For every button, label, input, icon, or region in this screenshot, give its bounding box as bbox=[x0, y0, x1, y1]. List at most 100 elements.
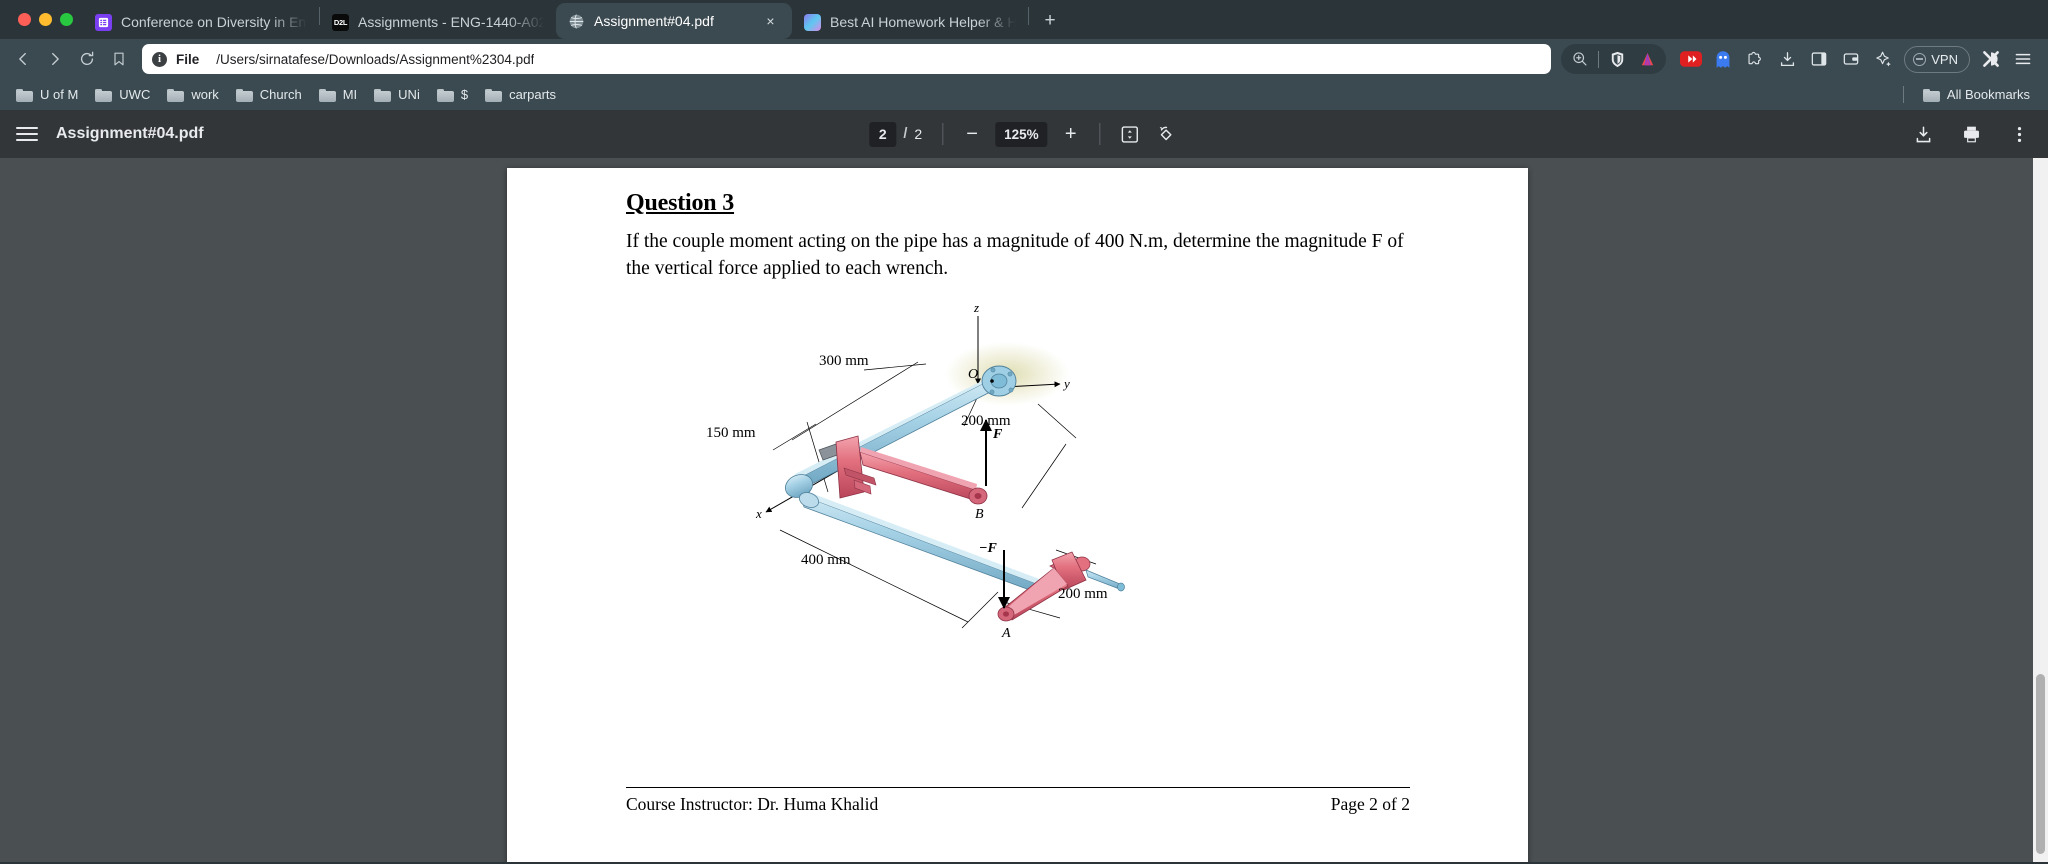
toolbar-divider bbox=[1099, 123, 1101, 145]
zoom-level-display[interactable]: 125% bbox=[995, 121, 1048, 147]
all-bookmarks-button[interactable]: All Bookmarks bbox=[1915, 83, 2038, 106]
bookmark-label: Church bbox=[259, 87, 302, 102]
sidebar-panel-icon[interactable] bbox=[1804, 44, 1834, 74]
folder-icon bbox=[318, 88, 336, 102]
zoom-out-button[interactable]: − bbox=[959, 121, 985, 147]
folder-icon bbox=[485, 88, 503, 102]
pdf-filename: Assignment#04.pdf bbox=[56, 125, 204, 142]
tab-assignments-d2l[interactable]: D2L Assignments - ENG-1440-A02 - bbox=[320, 5, 556, 39]
bookmarks-bar: U of M UWC work Church MI UNi $ carparts… bbox=[0, 79, 2048, 110]
point-label-B: B bbox=[975, 507, 984, 522]
bookmark-label: UNi bbox=[398, 87, 420, 102]
tab-title: Assignment#04.pdf bbox=[594, 13, 714, 29]
page-number-input[interactable]: 2 bbox=[869, 121, 897, 147]
puzzle-extension-icon[interactable] bbox=[1740, 44, 1770, 74]
page-separator: / bbox=[903, 126, 908, 142]
window-minimize-button[interactable] bbox=[39, 13, 52, 26]
browser-toolbar: i File /Users/sirnatafese/Downloads/Assi… bbox=[0, 39, 2048, 79]
url-scheme-label: File bbox=[176, 51, 200, 67]
calendar-icon bbox=[95, 13, 112, 31]
bookmark-label: work bbox=[191, 87, 219, 102]
fit-to-page-icon[interactable] bbox=[1117, 121, 1143, 147]
page-footer: Course Instructor: Dr. Huma Khalid Page … bbox=[626, 794, 1410, 815]
tab-title: Assignments - ENG-1440-A02 - bbox=[358, 14, 544, 30]
site-info-icon[interactable]: i bbox=[152, 51, 167, 67]
footer-divider bbox=[626, 787, 1410, 788]
ghostery-icon[interactable] bbox=[1708, 44, 1738, 74]
pdf-page: Question 3 If the couple moment acting o… bbox=[507, 168, 1528, 862]
close-icon[interactable]: × bbox=[761, 12, 780, 31]
window-maximize-button[interactable] bbox=[60, 13, 73, 26]
pdf-toolbar-right bbox=[1910, 121, 2032, 147]
url-text[interactable]: /Users/sirnatafese/Downloads/Assignment%… bbox=[216, 52, 534, 67]
tab-title: Best AI Homework Helper & Home bbox=[830, 14, 1016, 30]
vpn-button[interactable]: VPN bbox=[1904, 45, 1970, 73]
split-view-icon[interactable] bbox=[1976, 44, 2006, 74]
bookmark-item-carparts[interactable]: carparts bbox=[477, 83, 564, 106]
rotate-icon[interactable] bbox=[1153, 121, 1179, 147]
d2l-icon: D2L bbox=[332, 13, 349, 31]
folder-icon bbox=[1922, 88, 1940, 102]
tab-ai-homework-helper[interactable]: Best AI Homework Helper & Home bbox=[792, 5, 1028, 39]
bookmark-item-u-of-m[interactable]: U of M bbox=[8, 83, 86, 106]
point-label-A: A bbox=[1001, 626, 1011, 641]
new-tab-button[interactable]: + bbox=[1035, 6, 1065, 36]
pdf-page-content: Question 3 If the couple moment acting o… bbox=[507, 168, 1528, 647]
total-pages-label: 2 bbox=[914, 126, 923, 142]
back-arrow-icon[interactable] bbox=[8, 44, 38, 74]
download-icon[interactable] bbox=[1910, 121, 1936, 147]
question-body-text: If the couple moment acting on the pipe … bbox=[626, 231, 1404, 279]
reload-icon[interactable] bbox=[72, 44, 102, 74]
toolbar-divider bbox=[942, 123, 944, 145]
ai-icon bbox=[804, 13, 821, 31]
brave-action-group bbox=[1561, 44, 1667, 74]
axis-label-y: y bbox=[1062, 376, 1070, 391]
force-label-F: F bbox=[992, 427, 1003, 442]
hamburger-menu-icon[interactable] bbox=[2008, 44, 2038, 74]
more-options-icon[interactable] bbox=[2006, 121, 2032, 147]
wallet-icon[interactable] bbox=[1836, 44, 1866, 74]
tab-conference-diversity[interactable]: Conference on Diversity in Engine bbox=[83, 5, 319, 39]
zoom-in-icon[interactable] bbox=[1565, 44, 1595, 74]
window-traffic-lights bbox=[10, 0, 83, 39]
bookmark-label: UWC bbox=[119, 87, 151, 102]
axis-label-z: z bbox=[973, 302, 979, 315]
bookmark-label: $ bbox=[460, 87, 469, 102]
bookmark-item-uwc[interactable]: UWC bbox=[87, 83, 158, 106]
bookmarks-divider bbox=[1902, 86, 1904, 103]
folder-icon bbox=[235, 88, 253, 102]
pdf-document-area[interactable]: Question 3 If the couple moment acting o… bbox=[0, 158, 2048, 862]
scrollbar-thumb[interactable] bbox=[2036, 674, 2045, 854]
dimension-label-200mm-lower: 200 mm bbox=[1058, 586, 1108, 602]
vertical-scrollbar[interactable] bbox=[2033, 158, 2048, 862]
bookmark-item-church[interactable]: Church bbox=[228, 83, 310, 106]
tab-strip: Conference on Diversity in Engine D2L As… bbox=[0, 0, 2048, 39]
folder-icon bbox=[16, 88, 33, 102]
dimension-label-150mm: 150 mm bbox=[706, 425, 756, 441]
hamburger-menu-icon[interactable] bbox=[16, 127, 38, 141]
sparkle-ai-icon[interactable] bbox=[1868, 44, 1898, 74]
address-bar[interactable]: i File /Users/sirnatafese/Downloads/Assi… bbox=[142, 44, 1552, 74]
pdf-toolbar-left: Assignment#04.pdf bbox=[16, 125, 204, 143]
youtube-icon[interactable] bbox=[1676, 44, 1706, 74]
bookmark-label: carparts bbox=[509, 87, 557, 102]
forward-arrow-icon[interactable] bbox=[40, 44, 70, 74]
bookmark-item-uni[interactable]: UNi bbox=[366, 83, 428, 106]
window-close-button[interactable] bbox=[18, 13, 31, 26]
brave-shield-icon[interactable] bbox=[1602, 44, 1632, 74]
bookmark-label: MI bbox=[342, 87, 358, 102]
tab-title: Conference on Diversity in Engine bbox=[121, 14, 307, 30]
bookmark-item-work[interactable]: work bbox=[159, 83, 226, 106]
bookmark-item-mi[interactable]: MI bbox=[311, 83, 365, 106]
print-icon[interactable] bbox=[1958, 121, 1984, 147]
download-icon[interactable] bbox=[1772, 44, 1802, 74]
tab-assignment-pdf[interactable]: Assignment#04.pdf × bbox=[556, 3, 792, 39]
bookmark-icon[interactable] bbox=[104, 44, 134, 74]
point-label-O: O bbox=[968, 367, 978, 382]
footer-instructor: Course Instructor: Dr. Huma Khalid bbox=[626, 794, 879, 814]
bookmark-item-dollar[interactable]: $ bbox=[429, 83, 476, 106]
pipe-lower bbox=[800, 490, 1047, 598]
brave-leo-icon[interactable] bbox=[1632, 44, 1662, 74]
folder-icon bbox=[374, 88, 392, 102]
zoom-in-button[interactable]: + bbox=[1058, 121, 1084, 147]
